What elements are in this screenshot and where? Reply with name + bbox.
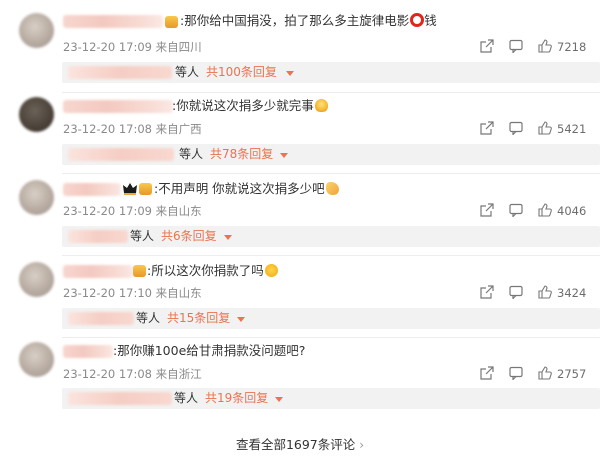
reply-summary[interactable]: 等人 共19条回复 xyxy=(62,388,600,409)
comment-text: :那你给中国捐没，拍了那么多主旋律电影钱 xyxy=(180,13,437,28)
share-icon[interactable] xyxy=(480,121,494,135)
divider xyxy=(62,337,600,338)
avatar[interactable] xyxy=(19,262,54,297)
divider xyxy=(62,255,600,256)
reply-count-link[interactable]: 共100条回复 xyxy=(206,65,277,80)
share-icon[interactable] xyxy=(480,39,494,53)
chevron-down-icon[interactable] xyxy=(280,153,288,158)
bulb-icon xyxy=(314,99,328,112)
red-ring-icon xyxy=(410,13,425,27)
vip-badge-icon xyxy=(165,16,178,28)
chevron-down-icon[interactable] xyxy=(286,71,294,76)
username-blurred[interactable] xyxy=(63,265,133,278)
like-icon[interactable] xyxy=(538,39,552,53)
reply-user-blurred xyxy=(68,66,172,79)
comment-actions: 7218 xyxy=(470,39,600,55)
chevron-down-icon[interactable] xyxy=(275,397,283,402)
reply-count-link[interactable]: 共6条回复 xyxy=(161,229,217,244)
comment-text: :不用声明 你就说这次捐多少吧 xyxy=(154,181,339,197)
like-icon[interactable] xyxy=(538,203,552,217)
comment-text: :所以这次你捐款了吗 xyxy=(147,263,278,279)
avatar[interactable] xyxy=(19,13,54,48)
like-count: 4046 xyxy=(557,204,587,218)
comment-actions: 4046 xyxy=(470,203,600,219)
reply-user-blurred xyxy=(68,230,128,243)
like-count: 5421 xyxy=(557,122,587,136)
username-blurred[interactable] xyxy=(63,183,121,196)
comment-text: :那你赚100e给甘肃捐款没问题吧? xyxy=(113,343,306,358)
share-icon[interactable] xyxy=(480,366,494,380)
reply-count-link[interactable]: 共15条回复 xyxy=(167,311,230,326)
reply-user-blurred xyxy=(68,392,172,405)
comment-icon[interactable] xyxy=(509,39,523,53)
comment-icon[interactable] xyxy=(509,203,523,217)
like-icon[interactable] xyxy=(538,285,552,299)
comment-meta: 23-12-20 17:09 来自四川 xyxy=(63,40,202,54)
comment-icon[interactable] xyxy=(509,121,523,135)
avatar[interactable] xyxy=(19,342,54,377)
avatar[interactable] xyxy=(19,97,54,132)
reply-count-link[interactable]: 共78条回复 xyxy=(210,147,273,162)
reply-summary[interactable]: 等人 共78条回复 xyxy=(62,144,600,165)
reply-summary[interactable]: 等人 共6条回复 xyxy=(62,226,600,247)
comment-actions: 3424 xyxy=(470,285,600,301)
comment-icon[interactable] xyxy=(509,366,523,380)
crying-face-icon xyxy=(264,264,278,277)
chevron-right-icon: › xyxy=(359,438,365,452)
reply-summary[interactable]: 等人 共100条回复 xyxy=(62,62,600,83)
share-icon[interactable] xyxy=(480,285,494,299)
username-blurred[interactable] xyxy=(63,100,173,113)
reply-user-blurred xyxy=(68,148,174,161)
crown-icon xyxy=(123,183,137,195)
chevron-down-icon[interactable] xyxy=(224,235,232,240)
vip-badge-icon xyxy=(133,265,146,277)
like-count: 7218 xyxy=(557,40,587,54)
like-icon[interactable] xyxy=(538,366,552,380)
avatar[interactable] xyxy=(19,180,54,215)
comment-actions: 5421 xyxy=(470,121,600,137)
view-all-comments-link[interactable]: 查看全部1697条评论 › xyxy=(0,437,600,453)
comment-meta: 23-12-20 17:10 来自山东 xyxy=(63,286,202,300)
divider xyxy=(62,173,600,174)
comment-text: :你就说这次捐多少就完事 xyxy=(172,98,328,114)
divider xyxy=(62,92,600,93)
comment-meta: 23-12-20 17:09 来自山东 xyxy=(63,204,202,218)
comment-meta: 23-12-20 17:08 来自广西 xyxy=(63,122,202,136)
comment-meta: 23-12-20 17:08 来自浙江 xyxy=(63,367,202,381)
like-icon[interactable] xyxy=(538,121,552,135)
username-blurred[interactable] xyxy=(63,15,163,28)
reply-count-link[interactable]: 共19条回复 xyxy=(205,391,268,406)
like-count: 3424 xyxy=(557,286,587,300)
share-icon[interactable] xyxy=(480,203,494,217)
conch-icon xyxy=(325,182,339,195)
chevron-down-icon[interactable] xyxy=(237,317,245,322)
reply-user-blurred xyxy=(68,312,134,325)
vip-badge-icon xyxy=(139,183,152,195)
comment-actions: 2757 xyxy=(470,366,600,382)
comment-icon[interactable] xyxy=(509,285,523,299)
like-count: 2757 xyxy=(557,367,587,381)
reply-summary[interactable]: 等人 共15条回复 xyxy=(62,308,600,329)
username-blurred[interactable] xyxy=(63,345,113,358)
